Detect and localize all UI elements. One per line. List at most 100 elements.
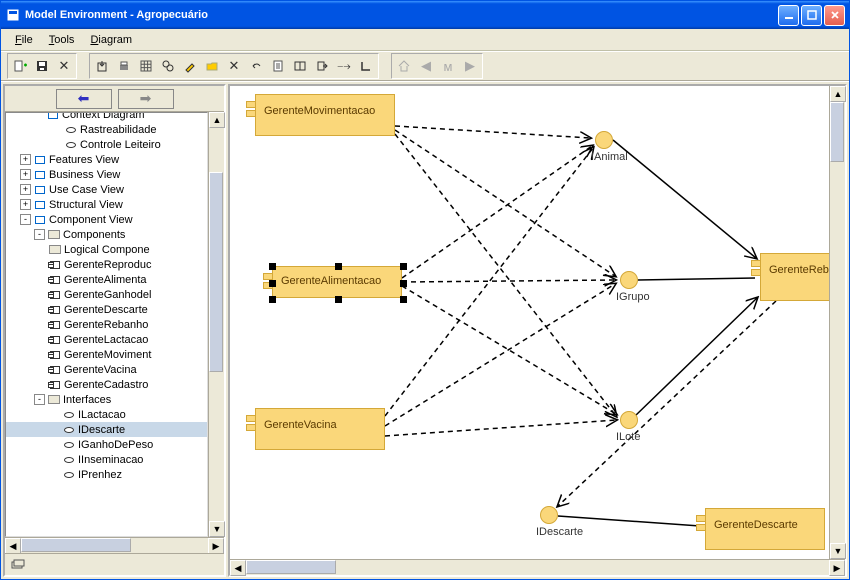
tree-item[interactable]: GerenteCadastro	[6, 377, 207, 392]
scroll-down-icon[interactable]: ▼	[209, 521, 225, 537]
tree-item[interactable]: GerenteGanhodel	[6, 287, 207, 302]
canvas-scroll-right-icon[interactable]: ▶	[829, 560, 845, 576]
diagram-canvas[interactable]: GerenteMovimentacao GerenteAlimentacao Ger…	[230, 86, 829, 559]
canvas-vscroll-thumb[interactable]	[830, 102, 844, 162]
tool-undo-icon[interactable]	[245, 55, 267, 77]
selection-handle[interactable]	[400, 296, 407, 303]
tool-save-icon[interactable]	[31, 55, 53, 77]
maximize-button[interactable]	[801, 5, 822, 26]
canvas-hscroll-thumb[interactable]	[246, 560, 336, 574]
tree-vscrollbar[interactable]: ▲ ▼	[208, 112, 224, 537]
tree-expander-icon[interactable]: -	[20, 214, 31, 225]
tool-edit-icon[interactable]	[179, 55, 201, 77]
menu-tools[interactable]: Tools	[41, 32, 83, 48]
tool-nav-back-icon[interactable]: ◀	[415, 55, 437, 77]
selection-handle[interactable]	[400, 263, 407, 270]
tool-grid-icon[interactable]	[135, 55, 157, 77]
tree-item[interactable]: GerenteRebanho	[6, 317, 207, 332]
tree-item[interactable]: -Components	[6, 227, 207, 242]
tree-item[interactable]: IPrenhez	[6, 467, 207, 482]
tree-item[interactable]: Rastreabilidade	[6, 122, 207, 137]
interface-IAnimal[interactable]	[595, 131, 613, 149]
tree-item[interactable]: -Component View	[6, 212, 207, 227]
interface-IGrupo[interactable]	[620, 271, 638, 289]
tool-open-icon[interactable]	[201, 55, 223, 77]
tree-expander-icon[interactable]: +	[20, 169, 31, 180]
tool-window-icon[interactable]	[289, 55, 311, 77]
tree-item[interactable]: IDescarte	[6, 422, 207, 437]
tool-exit-icon[interactable]	[311, 55, 333, 77]
canvas-scroll-up-icon[interactable]: ▲	[830, 86, 846, 102]
tree-hscrollbar[interactable]: ◀ ▶	[5, 537, 224, 553]
close-button[interactable]	[824, 5, 845, 26]
selection-handle[interactable]	[335, 263, 342, 270]
tool-remove-icon[interactable]: ✕	[223, 55, 245, 77]
nav-forward-button[interactable]: ➡	[118, 89, 174, 109]
component-GerenteAlimentacao[interactable]: GerenteAlimentacao	[272, 266, 402, 298]
tree-item[interactable]: +Business View	[6, 167, 207, 182]
component-GerenteDescarte[interactable]: GerenteDescarte	[705, 508, 825, 550]
tree-item[interactable]: IGanhoDePeso	[6, 437, 207, 452]
selection-handle[interactable]	[400, 280, 407, 287]
selection-handle[interactable]	[269, 280, 276, 287]
tool-delete-icon[interactable]: ✕	[53, 55, 75, 77]
tool-doc-icon[interactable]	[267, 55, 289, 77]
selection-handle[interactable]	[269, 296, 276, 303]
titlebar[interactable]: Model Environment - Agropecuário	[1, 1, 849, 29]
canvas-scroll-left-icon[interactable]: ◀	[230, 560, 246, 576]
tree-item[interactable]: Logical Compone	[6, 242, 207, 257]
selection-handle[interactable]	[335, 296, 342, 303]
tree-item[interactable]: GerenteMoviment	[6, 347, 207, 362]
interface-ILote[interactable]	[620, 411, 638, 429]
menu-diagram[interactable]: Diagram	[82, 32, 140, 48]
stack-icon[interactable]	[11, 557, 25, 572]
tree-item[interactable]: GerenteLactacao	[6, 332, 207, 347]
tree-item[interactable]: GerenteVacina	[6, 362, 207, 377]
minimize-button[interactable]	[778, 5, 799, 26]
tool-find-icon[interactable]	[157, 55, 179, 77]
scroll-right-icon[interactable]: ▶	[208, 538, 224, 554]
tree-item[interactable]: GerenteDescarte	[6, 302, 207, 317]
tool-arrow-icon[interactable]: ⤍	[333, 55, 355, 77]
scroll-left-icon[interactable]: ◀	[5, 538, 21, 554]
selection-handle[interactable]	[269, 263, 276, 270]
component-GerenteMovimentacao[interactable]: GerenteMovimentacao	[255, 94, 395, 136]
tool-nav-mark-icon[interactable]: м	[437, 55, 459, 77]
tree-item[interactable]: +Use Case View	[6, 182, 207, 197]
tree-item[interactable]: Context Diagram	[6, 112, 207, 122]
canvas-scroll-down-icon[interactable]: ▼	[830, 543, 846, 559]
component-GerenteVacina[interactable]: GerenteVacina	[255, 408, 385, 450]
tree-expander-icon[interactable]: -	[34, 229, 45, 240]
tree-item[interactable]: +Structural View	[6, 197, 207, 212]
tree-expander-icon[interactable]: +	[20, 199, 31, 210]
canvas-vscrollbar[interactable]: ▲ ▼	[829, 86, 845, 559]
tree-item[interactable]: +Features View	[6, 152, 207, 167]
tree-item-label: GerenteDescarte	[64, 304, 148, 316]
tool-nav-fwd-icon[interactable]: ▶	[459, 55, 481, 77]
tree-item[interactable]: GerenteReproduc	[6, 257, 207, 272]
tool-print-icon[interactable]	[113, 55, 135, 77]
interface-IDescarte[interactable]	[540, 506, 558, 524]
scroll-thumb[interactable]	[209, 172, 223, 372]
tree-item[interactable]: GerenteAlimenta	[6, 272, 207, 287]
tree-expander-icon[interactable]: +	[20, 154, 31, 165]
tree-item-label: GerenteAlimenta	[64, 274, 147, 286]
tool-corner-icon[interactable]	[355, 55, 377, 77]
hscroll-thumb[interactable]	[21, 538, 131, 552]
tree-item[interactable]: -Interfaces	[6, 392, 207, 407]
tool-home-icon[interactable]	[393, 55, 415, 77]
tree-item[interactable]: ILactacao	[6, 407, 207, 422]
component-GerenteRebanho[interactable]: GerenteRebanho	[760, 253, 829, 301]
explorer-tree[interactable]: Context DiagramRastreabilidadeControle L…	[5, 112, 208, 537]
menu-file[interactable]: File	[7, 32, 41, 48]
nav-back-button[interactable]: ⬅	[56, 89, 112, 109]
canvas-hscrollbar[interactable]: ◀ ▶	[230, 559, 845, 575]
tree-expander-icon[interactable]: +	[20, 184, 31, 195]
tree-item[interactable]: IInseminacao	[6, 452, 207, 467]
scroll-up-icon[interactable]: ▲	[209, 112, 225, 128]
interface-label: IDescarte	[536, 526, 583, 538]
tool-new-icon[interactable]	[9, 55, 31, 77]
tree-item[interactable]: Controle Leiteiro	[6, 137, 207, 152]
tree-expander-icon[interactable]: -	[34, 394, 45, 405]
tool-export-icon[interactable]	[91, 55, 113, 77]
